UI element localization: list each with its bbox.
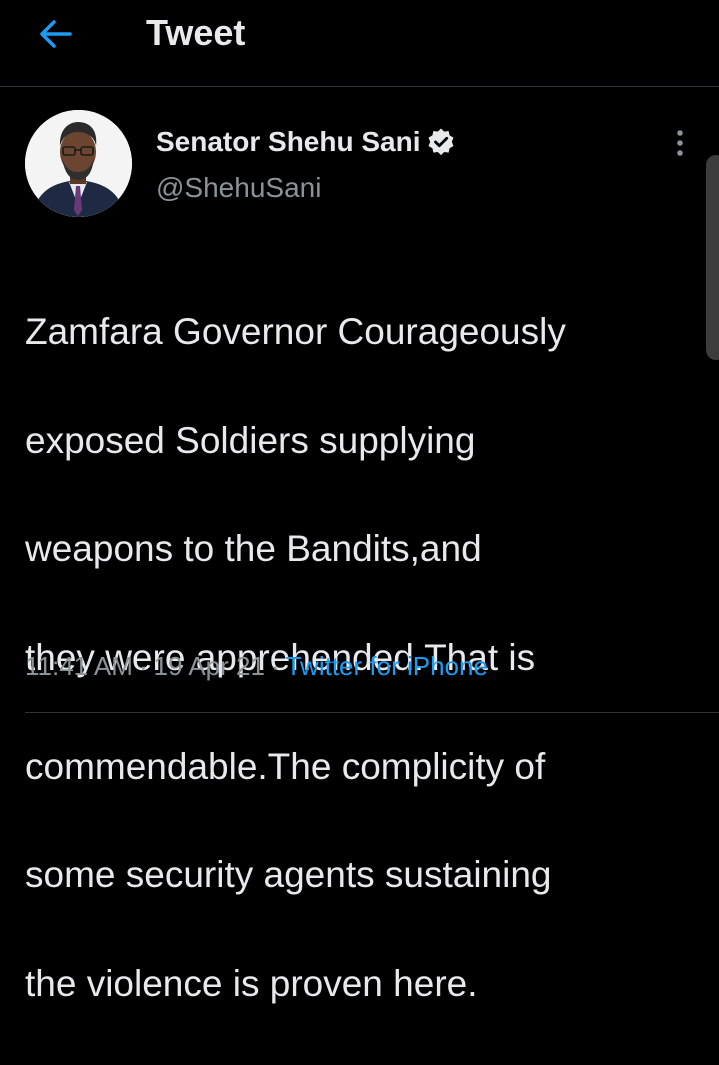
tweet-text-line: commendable.The complicity of bbox=[25, 745, 546, 787]
author-handle[interactable]: @ShehuSani bbox=[156, 172, 321, 204]
tweet-text-line: some security agents sustaining bbox=[25, 854, 552, 896]
profile-photo-icon bbox=[25, 110, 132, 217]
avatar[interactable] bbox=[25, 110, 132, 217]
author-name[interactable]: Senator Shehu Sani bbox=[156, 126, 421, 158]
separator: · bbox=[270, 651, 280, 681]
divider bbox=[25, 712, 719, 713]
top-app-bar: Tweet bbox=[0, 0, 719, 87]
more-options-icon[interactable] bbox=[670, 128, 690, 158]
separator: · bbox=[138, 651, 148, 681]
tweet-source-link[interactable]: Twitter for iPhone bbox=[286, 651, 488, 681]
tweet-date: 19 Apr 21 bbox=[153, 651, 265, 681]
tweet-text-line: weapons to the Bandits,and bbox=[25, 528, 482, 570]
tweet-metadata: 11:41 AM · 19 Apr 21 · Twitter for iPhone bbox=[25, 650, 488, 682]
verified-badge-icon bbox=[428, 128, 454, 156]
tweet-text-line: Zamfara Governor Courageously bbox=[25, 311, 566, 353]
tweet-time: 11:41 AM bbox=[25, 651, 133, 681]
page-title: Tweet bbox=[146, 12, 246, 53]
tweet-text-line: the violence is proven here. bbox=[25, 962, 478, 1004]
scrollbar[interactable] bbox=[706, 155, 719, 360]
back-arrow-icon[interactable] bbox=[36, 14, 76, 54]
tweet-text-line: exposed Soldiers supplying bbox=[25, 419, 476, 461]
